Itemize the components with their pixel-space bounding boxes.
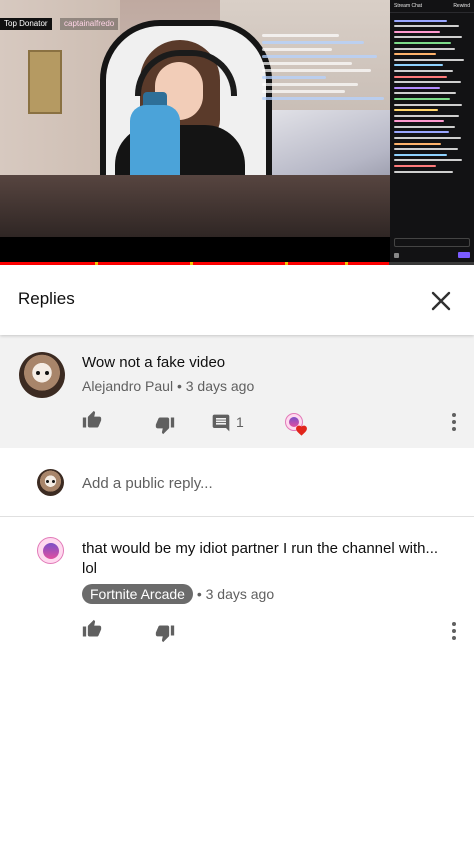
chat-send-button xyxy=(458,252,470,258)
thumbs-up-icon[interactable] xyxy=(82,410,102,430)
chat-messages xyxy=(390,13,474,179)
chat-title: Stream Chat xyxy=(394,3,423,9)
reply-text: that would be my idiot partner I run the… xyxy=(82,540,439,577)
chat-settings-icon xyxy=(394,252,399,258)
reply-icon[interactable] xyxy=(211,413,231,433)
desk xyxy=(0,175,390,237)
thumbs-up-icon[interactable] xyxy=(82,619,102,639)
meta-separator: • xyxy=(176,378,186,394)
reply-meta: Fortnite Arcade • 3 days ago xyxy=(82,584,274,604)
close-icon[interactable] xyxy=(426,286,456,316)
close-button[interactable] xyxy=(426,286,456,316)
comment-author[interactable]: Alejandro Paul xyxy=(82,378,173,394)
video-player[interactable]: Top Donator captainalfredo Stream Chat R… xyxy=(0,0,474,265)
reply-time: 3 days ago xyxy=(205,586,275,602)
more-vert-icon[interactable] xyxy=(444,620,464,642)
add-reply-row[interactable]: Add a public reply... xyxy=(0,449,474,517)
replies-title: Replies xyxy=(18,289,75,308)
stream-chat-panel: Stream Chat Rewind xyxy=(390,0,474,265)
comment-time: 3 days ago xyxy=(185,378,255,394)
reply-avatar[interactable] xyxy=(37,537,64,564)
current-user-avatar xyxy=(37,469,64,496)
author-chip[interactable]: Fortnite Arcade xyxy=(82,584,193,604)
chat-input xyxy=(394,238,470,247)
overlay-event-feed xyxy=(262,30,390,104)
add-reply-input[interactable]: Add a public reply... xyxy=(82,475,213,492)
meta-separator: • xyxy=(196,586,206,602)
thumbs-down-icon[interactable] xyxy=(155,623,175,643)
comment-text: Wow not a fake video xyxy=(82,354,226,371)
more-vert-icon[interactable] xyxy=(444,411,464,433)
replies-header: Replies xyxy=(0,265,474,335)
video-frame[interactable]: Top Donator captainalfredo xyxy=(0,0,390,237)
parent-comment: Wow not a fake video Alejandro Paul • 3 … xyxy=(0,335,474,448)
heart-icon xyxy=(296,425,307,436)
comment-meta: Alejandro Paul • 3 days ago xyxy=(82,378,254,394)
overlay-user: captainalfredo xyxy=(60,18,119,30)
chat-header: Stream Chat Rewind xyxy=(390,0,474,13)
overlay-label: Top Donator xyxy=(0,18,52,30)
wall-frame xyxy=(28,50,62,114)
avatar[interactable] xyxy=(19,352,65,398)
reply-count[interactable]: 1 xyxy=(236,414,244,430)
chat-action: Rewind xyxy=(453,3,470,9)
thumbs-down-icon[interactable] xyxy=(155,415,175,435)
